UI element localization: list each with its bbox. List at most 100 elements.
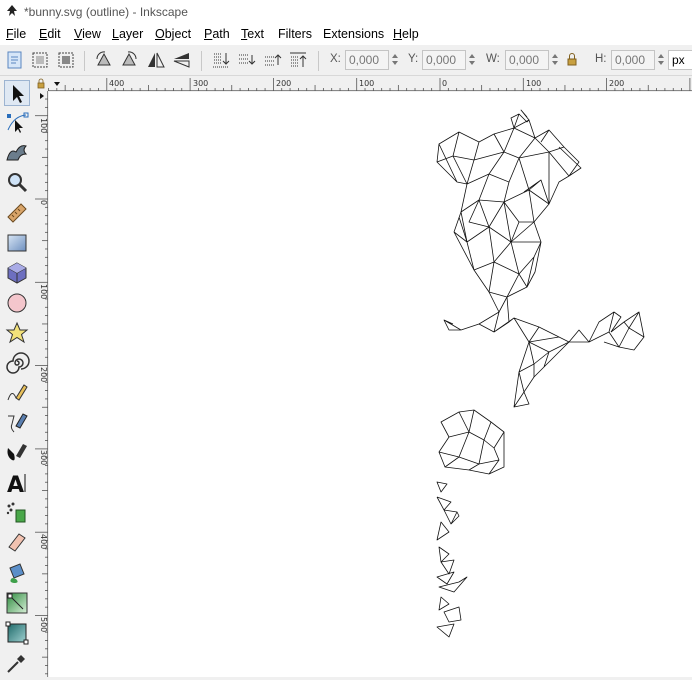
eraser-tool[interactable]	[4, 530, 30, 556]
arrow-icon	[13, 85, 24, 103]
menu-edit[interactable]: Edit	[39, 27, 61, 41]
menu-extensions[interactable]: Extensions	[323, 27, 384, 41]
dropper-tool[interactable]	[4, 650, 30, 676]
pencil-tool[interactable]	[4, 380, 30, 406]
x-input[interactable]: 0,000	[345, 50, 389, 70]
unit-select[interactable]: px	[668, 50, 692, 70]
ruler-label: 0	[39, 200, 48, 205]
circle-icon	[7, 293, 27, 313]
tweak-tool[interactable]	[4, 140, 30, 166]
menu-layer[interactable]: Layer	[112, 27, 143, 41]
height-spinner[interactable]	[657, 50, 666, 70]
paint-bucket-icon	[9, 563, 25, 583]
ruler-icon	[7, 203, 27, 223]
y-spinner[interactable]	[468, 50, 477, 70]
ruler-label: 200	[276, 79, 291, 88]
pen-icon	[8, 413, 28, 433]
flip-horizontal-icon[interactable]	[145, 49, 167, 71]
h-label: H:	[595, 53, 607, 65]
window-title: *bunny.svg (outline) - Inkscape	[24, 5, 188, 19]
rotate-cw-icon[interactable]	[118, 49, 140, 71]
ruler-label: 200	[39, 367, 48, 382]
menu-object[interactable]: Object	[155, 27, 191, 41]
calligraphy-tool[interactable]	[4, 440, 30, 466]
ruler-corner[interactable]	[34, 77, 48, 91]
w-label: W:	[486, 53, 500, 65]
paint-bucket-tool[interactable]	[4, 560, 30, 586]
y-input[interactable]: 0,000	[422, 50, 466, 70]
lower-to-bottom-icon[interactable]	[210, 49, 232, 71]
rectangle-tool[interactable]	[4, 230, 30, 256]
select-all-icon[interactable]	[4, 49, 26, 71]
ruler-label: 400	[39, 534, 48, 549]
rotate-ccw-icon[interactable]	[93, 49, 115, 71]
magnifier-icon	[8, 173, 28, 193]
eraser-icon	[8, 533, 26, 552]
drawing-canvas[interactable]	[49, 92, 692, 677]
ellipse-tool[interactable]	[4, 290, 30, 316]
width-input[interactable]: 0,000	[505, 50, 549, 70]
star-tool[interactable]	[4, 320, 30, 346]
bunny-drawing	[436, 109, 645, 638]
lock-icon[interactable]	[565, 49, 579, 71]
flip-vertical-icon[interactable]	[171, 49, 193, 71]
node-icon	[7, 112, 29, 133]
calligraphy-icon	[7, 444, 27, 461]
menu-file[interactable]: File	[6, 27, 26, 41]
width-spinner[interactable]	[551, 50, 560, 70]
deselect-icon[interactable]	[55, 49, 77, 71]
horizontal-ruler-ticks: 400 300 200 100 0 100 200	[48, 78, 691, 91]
ruler-indicator	[40, 93, 44, 99]
lock-icon	[37, 78, 45, 89]
toolbox: A	[0, 77, 34, 677]
ruler-label: 500	[39, 617, 48, 632]
ruler-label: 0	[442, 79, 447, 88]
toolbar-separator	[201, 51, 202, 71]
star-icon	[5, 321, 29, 344]
node-tool[interactable]	[4, 110, 30, 136]
toolbar-separator	[318, 51, 319, 71]
x-spinner[interactable]	[391, 50, 400, 70]
raise-to-top-icon[interactable]	[287, 49, 309, 71]
rectangle-icon	[7, 234, 27, 252]
mesh-tool[interactable]	[4, 620, 30, 646]
pencil-icon	[7, 384, 28, 401]
ruler-label: 400	[109, 79, 124, 88]
title-bar: *bunny.svg (outline) - Inkscape	[0, 0, 692, 24]
tweak-icon	[6, 145, 28, 161]
spray-icon	[6, 502, 26, 523]
height-input[interactable]: 0,000	[611, 50, 655, 70]
spiral-tool[interactable]	[4, 350, 30, 376]
vertical-ruler-ticks: 100 0 100 200 300 400 500	[35, 93, 48, 675]
menu-path[interactable]: Path	[204, 27, 230, 41]
ruler-indicator	[54, 82, 60, 86]
pen-tool[interactable]	[4, 410, 30, 436]
horizontal-ruler[interactable]: 400 300 200 100 0 100 200	[48, 77, 692, 91]
toolbar-separator	[84, 51, 85, 71]
x-label: X:	[330, 53, 341, 65]
zoom-tool[interactable]	[4, 170, 30, 196]
menu-view[interactable]: View	[74, 27, 101, 41]
ruler-label: 300	[39, 450, 48, 465]
y-label: Y:	[408, 53, 419, 65]
tool-controls-bar: X: 0,000 Y: 0,000 W: 0,000 H: 0,000	[0, 45, 692, 76]
ruler-label: 100	[526, 79, 541, 88]
vertical-ruler[interactable]: 100 0 100 200 300 400 500	[34, 91, 48, 677]
select-all-in-all-layers-icon[interactable]	[29, 49, 51, 71]
cube-icon	[7, 262, 27, 284]
3d-box-tool[interactable]	[4, 260, 30, 286]
menu-filters[interactable]: Filters	[278, 27, 312, 41]
text-tool[interactable]: A	[4, 470, 30, 498]
ruler-label: 300	[193, 79, 208, 88]
bunny-outline	[436, 109, 645, 638]
selector-tool[interactable]	[4, 80, 30, 106]
spray-tool[interactable]	[4, 500, 30, 526]
gradient-tool[interactable]	[4, 590, 30, 616]
ruler-label: 100	[39, 284, 48, 299]
ruler-label: 200	[609, 79, 624, 88]
menu-help[interactable]: Help	[393, 27, 419, 41]
lower-icon[interactable]	[235, 49, 257, 71]
raise-icon[interactable]	[261, 49, 283, 71]
menu-text[interactable]: Text	[241, 27, 264, 41]
measure-tool[interactable]	[4, 200, 30, 226]
